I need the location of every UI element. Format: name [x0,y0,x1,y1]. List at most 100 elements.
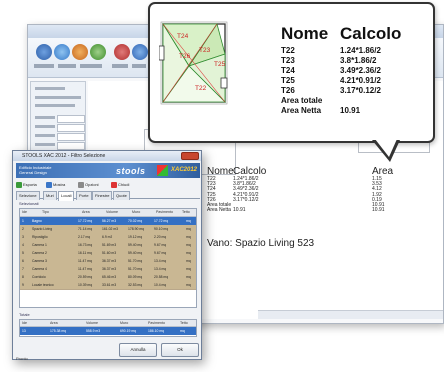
ok-button[interactable]: Ok [161,343,199,357]
dialog-toolbar: Esporta Mostra Opzioni Chiudi [16,180,200,190]
table-cell-tetto: mq [186,283,191,287]
plan-label-t24: T24 [177,33,189,40]
table-header: Ide Tipo Area Volume Muro Pavimento Tett… [20,209,196,217]
column-header[interactable]: Area [82,209,90,216]
callout-calcolo-t25: 4.21*0.91/2 [340,76,381,85]
table-cell-tipo: Bagno [32,219,42,223]
table-cell-area: 17.72 mq [78,219,93,223]
table-cell-id: 8 [22,275,24,279]
callout-header-calcolo: Calcolo [340,24,402,43]
delete-icon [111,181,117,188]
total-muro: 690.19 mq [120,329,137,333]
filter-selection-dialog: STOOLS XAC 2012 - Filtro Selezione Edifi… [12,150,202,361]
tab-locali[interactable]: Locali [58,191,75,201]
cad-status-bar [258,310,443,319]
callout-nome-t25: T25 [281,76,295,85]
callout-calcolo-t24: 3.49*2.36/2 [340,66,381,75]
table-cell-pav: 90.10 mq [154,227,169,231]
room-plan-thumbnail: T24 T26 T23 T25 T22 [159,21,228,105]
table-cell-area: 2.17 mq [78,235,91,239]
cancel-button[interactable]: Annulla [119,343,157,357]
totals-row[interactable]: 13 175.38 mq 558.9 m3 690.19 mq 186.10 m… [20,327,196,335]
table-cell-muro: 32.53 mq [128,283,143,287]
column-header[interactable]: Volume [106,209,118,216]
tab-quote[interactable]: Quote [113,191,130,200]
table-cell-tetto: mq [186,219,191,223]
dialog-title-bar[interactable]: STOOLS XAC 2012 - Filtro Selezione [13,151,201,161]
callout-nome-t23: T23 [281,56,295,65]
column-header[interactable]: Tipo [42,209,49,216]
table-row[interactable]: 9 Locale tecnico 10.39 mq 33.61 m3 32.53 mq 1… [20,281,196,290]
column-header[interactable]: Pavimento [156,209,173,216]
table-cell-id: 9 [22,283,24,287]
callout-nome-area-totale: Area totale [281,96,323,105]
table-cell-tipo: Camera 4 [32,267,47,271]
export-button[interactable]: Esporta [16,180,37,189]
table-cell-volume: 36.37 m3 [102,259,117,263]
callout-nome-t24: T24 [281,66,295,75]
table-cell-muro: 70.02 mq [128,219,143,223]
column-header: Volume [86,321,98,325]
column-header[interactable]: Muro [132,209,140,216]
ribbon-tool-icon[interactable] [54,44,70,60]
column-header[interactable]: Ide [22,209,27,216]
callout-calcolo-t22: 1.24*1.86/2 [340,46,381,55]
table-cell-id: 6 [22,259,24,263]
table-cell-area: 11.47 mq [78,259,92,263]
group-total-label: Totale [19,312,30,317]
callout-nome-area-netta: Area Netta [281,106,322,115]
plan-label-t22: T22 [195,85,207,92]
group-selected-label: Selezionati [19,201,39,206]
tab-selezione[interactable]: Selezione [16,191,40,200]
callout-nome-t26: T26 [281,86,295,95]
show-button[interactable]: Mostra [46,180,65,189]
table-cell-tipo: Ripostiglio [32,235,48,239]
table-cell-muro: 59.40 mq [128,243,143,247]
column-header: Tetto [180,321,188,325]
table-cell-tipo: Locale tecnico [32,283,54,287]
table-cell-volume: 51.69 m3 [102,243,117,247]
table-cell-pav: 9.67 mq [154,251,167,255]
table-cell-id: 2 [22,227,24,231]
table-cell-tipo: Camera 1 [32,243,47,247]
ribbon-tool-icon[interactable] [90,44,106,60]
close-icon[interactable] [181,152,199,160]
ribbon-tool-icon[interactable] [114,44,130,60]
total-volume: 558.9 m3 [86,329,101,333]
table-cell-tetto: mq [186,267,191,271]
report-nomi: T22 T23 T24 T25 T26 Area totale Area Net… [207,176,232,214]
table-cell-volume: 6.9 m3 [102,235,113,239]
table-cell-pav: 20.58 mq [154,275,169,279]
close-toolbar-button[interactable]: Chiudi [111,180,129,189]
view-icon [46,181,52,188]
table-cell-area: 71.14 mq [78,227,93,231]
table-cell-area: 16.11 mq [78,251,92,255]
table-cell-id: 7 [22,267,24,271]
plan-label-t26: T26 [179,53,191,60]
gear-icon [78,181,84,188]
ribbon-tool-icon[interactable] [72,44,88,60]
column-header: Muro [120,321,129,325]
total-area: 175.38 mq [50,329,67,333]
callout-calcolo-t26: 3.17*0.12/2 [340,86,381,95]
ribbon-tool-icon[interactable] [36,44,52,60]
tab-muri[interactable]: Muri [43,191,57,200]
table-cell-pav: 17.72 mq [154,219,169,223]
tab-finestre[interactable]: Finestre [92,191,113,200]
callout-header-nome: Nome [281,24,329,43]
table-cell-area: 20.59 mq [78,275,93,279]
vano-label: Vano: Spazio Living 523 [207,238,315,249]
table-cell-tipo: Spazio Living [32,227,53,231]
table-cell-tetto: mq [186,251,191,255]
product-name: XAC2012 [171,167,198,173]
options-button[interactable]: Opzioni [78,180,99,189]
table-cell-tipo: Camera 2 [32,251,47,255]
column-header: Ide [22,321,27,325]
table-cell-tipo: Corridoio [32,275,46,279]
tab-porte[interactable]: Porte [76,191,92,200]
plan-label-t25: T25 [214,61,226,68]
column-header[interactable]: Tetto [182,209,190,216]
total-pavimento: 186.10 mq [148,329,165,333]
ribbon-tool-icon[interactable] [132,44,148,60]
export-icon [16,181,22,188]
